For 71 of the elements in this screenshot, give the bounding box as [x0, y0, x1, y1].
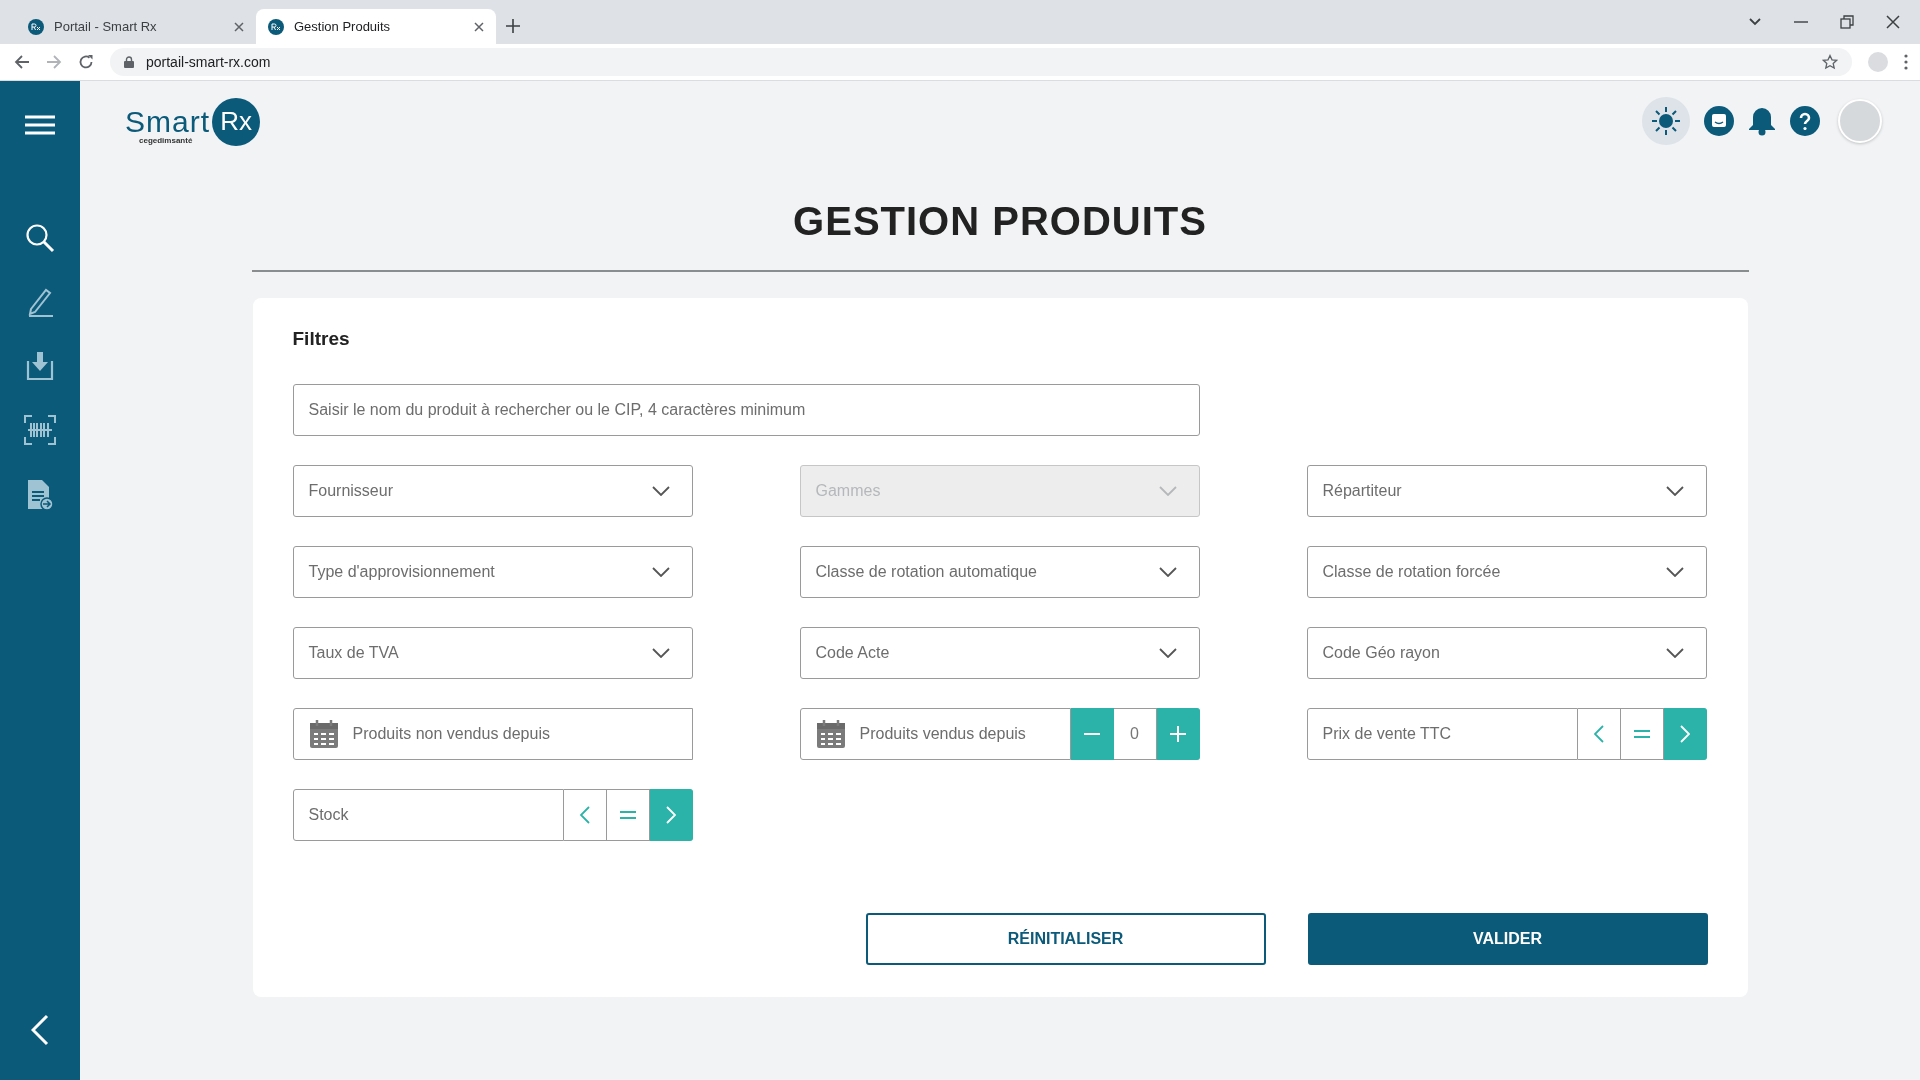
- chevron-left-icon: [1593, 725, 1604, 743]
- sun-icon: [1651, 106, 1681, 136]
- address-field[interactable]: portail-smart-rx.com: [110, 48, 1852, 76]
- chevron-right-icon: [1679, 725, 1690, 743]
- new-tab-icon[interactable]: [506, 19, 520, 33]
- dropdown-field[interactable]: Code Acte: [799, 627, 1200, 679]
- star-icon[interactable]: [1822, 54, 1838, 70]
- equals-icon: [1633, 730, 1650, 738]
- browser-tab[interactable]: Portail - Smart Rx: [16, 9, 256, 44]
- calendar-icon: [815, 719, 846, 749]
- smart-rx-logo: Smart Rx cegedimsanté: [125, 97, 260, 145]
- back-arrow-icon[interactable]: [14, 54, 30, 70]
- dropdown-caret-icon[interactable]: [1748, 17, 1762, 27]
- menu-icon[interactable]: [25, 115, 55, 135]
- lock-icon: [124, 56, 134, 68]
- search-field[interactable]: Saisir le nom du produit à rechercher ou le CIP, 4 caractères minimum: [292, 384, 1200, 436]
- chat-icon[interactable]: [1704, 106, 1734, 136]
- chevron-down-icon: [651, 648, 670, 658]
- dropdown-field[interactable]: Taux de TVA: [292, 627, 693, 679]
- rx-logo-icon: [268, 18, 284, 35]
- barcode-scan-icon[interactable]: [24, 415, 56, 445]
- chevron-down-icon: [1158, 567, 1177, 577]
- operator-button[interactable]: [1577, 708, 1621, 760]
- dropdown-field[interactable]: Code Géo rayon: [1306, 627, 1707, 679]
- operator-button[interactable]: [606, 789, 650, 841]
- chevron-left-icon: [579, 806, 590, 824]
- chevron-down-icon: [651, 567, 670, 577]
- dropdown-field[interactable]: Type d'approvisionnement: [292, 546, 693, 598]
- increment-button[interactable]: [1156, 708, 1200, 760]
- close-icon[interactable]: [474, 21, 484, 32]
- validate-button[interactable]: VALIDER: [1307, 913, 1708, 965]
- chevron-down-icon: [1158, 648, 1177, 658]
- browser-tab[interactable]: Gestion Produits: [256, 9, 496, 44]
- reload-icon[interactable]: [78, 54, 94, 70]
- rx-logo-icon: [28, 18, 44, 35]
- date-field[interactable]: Produits vendus depuis: [799, 708, 1071, 760]
- pencil-icon[interactable]: [27, 287, 53, 317]
- minus-icon: [1083, 733, 1100, 735]
- search-icon[interactable]: [25, 223, 55, 253]
- dropdown-field[interactable]: Classe de rotation automatique: [799, 546, 1200, 598]
- date-field[interactable]: Produits non vendus depuis: [292, 708, 693, 760]
- bell-icon[interactable]: [1748, 106, 1776, 136]
- close-icon[interactable]: [234, 21, 244, 32]
- help-icon[interactable]: [1790, 106, 1820, 136]
- operator-button[interactable]: [1620, 708, 1664, 760]
- page-title: GESTION PRODUITS: [793, 199, 1207, 244]
- download-tray-icon[interactable]: [24, 351, 56, 381]
- restore-icon[interactable]: [1840, 15, 1854, 29]
- theme-toggle-button[interactable]: [1642, 97, 1690, 145]
- chevron-down-icon: [1665, 486, 1684, 496]
- chevron-left-icon[interactable]: [31, 1014, 49, 1046]
- filters-heading: Filtres: [292, 328, 351, 350]
- reset-button[interactable]: RÉINITIALISER: [865, 913, 1266, 965]
- chevron-down-icon: [651, 486, 670, 496]
- dropdown-field[interactable]: Répartiteur: [1306, 465, 1707, 517]
- dropdown-field[interactable]: Fournisseur: [292, 465, 693, 517]
- dropdown-field[interactable]: Classe de rotation forcée: [1306, 546, 1707, 598]
- equals-icon: [619, 811, 636, 819]
- counter-value: 0: [1113, 708, 1157, 760]
- chevron-down-icon: [1665, 567, 1684, 577]
- number-input-field[interactable]: Stock: [292, 789, 564, 841]
- more-vertical-icon[interactable]: [1904, 54, 1908, 70]
- number-input-field[interactable]: Prix de vente TTC: [1306, 708, 1578, 760]
- chevron-down-icon: [1158, 486, 1177, 496]
- document-export-icon[interactable]: [26, 479, 54, 511]
- operator-button[interactable]: [563, 789, 607, 841]
- chevron-right-icon: [665, 806, 676, 824]
- close-icon[interactable]: [1886, 15, 1900, 29]
- calendar-icon: [308, 719, 339, 749]
- chevron-down-icon: [1665, 648, 1684, 658]
- plus-icon: [1169, 726, 1186, 742]
